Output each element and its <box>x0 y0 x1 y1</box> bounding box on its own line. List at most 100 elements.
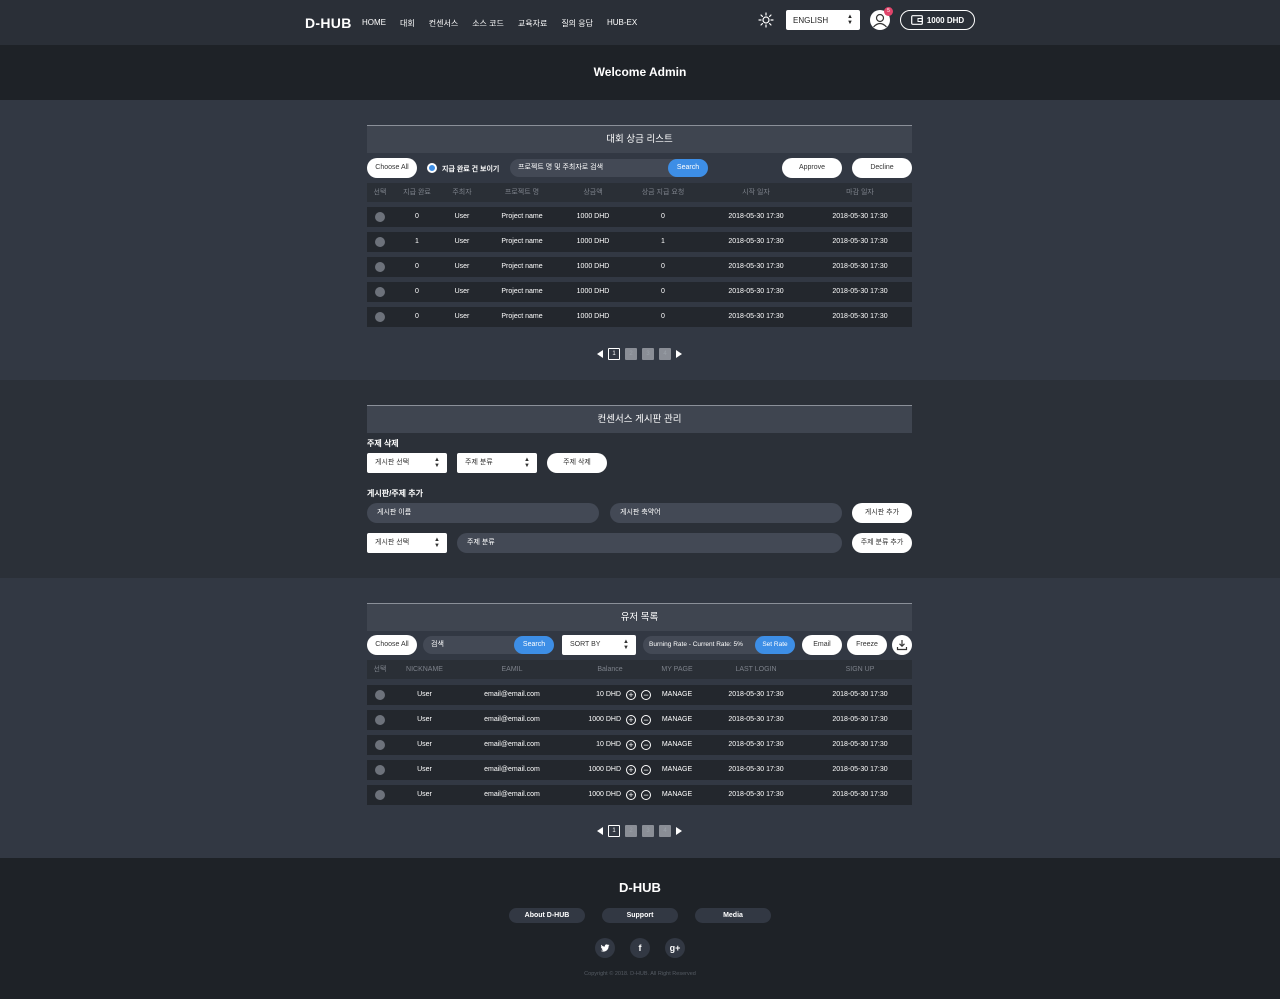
col-paid: 지급 완료 <box>403 189 431 196</box>
cell-prize: 1000 DHD <box>576 213 610 220</box>
page-3[interactable]: 3 <box>642 348 654 360</box>
cell-nickname: User <box>417 716 432 723</box>
nav-qna[interactable]: 질의 응답 <box>561 18 593 29</box>
plus-icon[interactable]: + <box>626 715 636 725</box>
decline-button[interactable]: Decline <box>852 158 912 178</box>
cell-start: 2018-05-30 17:30 <box>728 313 784 320</box>
next-page-icon[interactable] <box>676 350 682 358</box>
minus-icon[interactable]: − <box>641 690 651 700</box>
choose-all-button[interactable]: Choose All <box>367 158 417 178</box>
next-page-icon[interactable] <box>676 827 682 835</box>
page-4[interactable]: 4 <box>659 825 671 837</box>
download-button[interactable] <box>892 635 912 655</box>
cell-balance: 1000 DHD <box>588 791 621 798</box>
board-select[interactable]: 게시판 선택 ▲ ▼ <box>367 453 447 473</box>
nav-hub-ex[interactable]: HUB-EX <box>607 18 637 29</box>
plus-icon[interactable]: + <box>626 740 636 750</box>
cell-manage-link[interactable]: MANAGE <box>657 785 697 805</box>
language-select[interactable]: ENGLISH ▲ ▼ <box>786 10 860 30</box>
sort-by-select[interactable]: SORT BY ▲ ▼ <box>562 635 636 655</box>
plus-icon[interactable]: + <box>626 690 636 700</box>
twitter-icon[interactable] <box>595 938 615 958</box>
row-select-radio[interactable] <box>375 740 385 750</box>
cell-balance: 10 DHD <box>596 741 621 748</box>
minus-icon[interactable]: − <box>641 740 651 750</box>
minus-icon[interactable]: − <box>641 715 651 725</box>
select-arrows-icon: ▲ ▼ <box>623 639 629 651</box>
footer-link-media[interactable]: Media <box>695 908 771 923</box>
row-select-radio[interactable] <box>375 262 385 272</box>
page-2[interactable]: 2 <box>625 348 637 360</box>
topic-input[interactable]: 주제 분류 <box>457 533 842 553</box>
row-select-radio[interactable] <box>375 790 385 800</box>
footer-link-about[interactable]: About D-HUB <box>509 908 585 923</box>
cell-sign-up: 2018-05-30 17:30 <box>832 741 888 748</box>
nav-home[interactable]: HOME <box>362 18 386 29</box>
site-logo[interactable]: D-HUB <box>305 15 352 31</box>
board-select-2[interactable]: 게시판 선택 ▲ ▼ <box>367 533 447 553</box>
cell-paid: 1 <box>415 238 419 245</box>
page-3[interactable]: 3 <box>642 825 654 837</box>
col-sign-up: SIGN UP <box>845 666 875 673</box>
row-select-radio[interactable] <box>375 312 385 322</box>
email-button[interactable]: Email <box>802 635 842 655</box>
cell-manage-link[interactable]: MANAGE <box>657 760 697 780</box>
prize-search-button[interactable]: Search <box>668 159 708 177</box>
row-select-radio[interactable] <box>375 715 385 725</box>
col-nickname: NICKNAME <box>406 666 443 673</box>
row-select-radio[interactable] <box>375 765 385 775</box>
select-arrows-icon: ▲ ▼ <box>434 537 440 549</box>
page-2[interactable]: 2 <box>625 825 637 837</box>
cell-manage-link[interactable]: MANAGE <box>657 710 697 730</box>
page-1[interactable]: 1 <box>608 825 620 837</box>
google-plus-icon[interactable]: g+ <box>665 938 685 958</box>
add-board-button[interactable]: 게시판 추가 <box>852 503 912 523</box>
cell-email: email@email.com <box>484 791 540 798</box>
row-select-radio[interactable] <box>375 287 385 297</box>
minus-icon[interactable]: − <box>641 790 651 800</box>
freeze-button[interactable]: Freeze <box>847 635 887 655</box>
cell-manage-link[interactable]: MANAGE <box>657 735 697 755</box>
page-4[interactable]: 4 <box>659 348 671 360</box>
cell-nickname: User <box>417 766 432 773</box>
footer-link-support[interactable]: Support <box>602 908 678 923</box>
show-paid-label: 지급 완료 건 보이기 <box>442 166 500 173</box>
table-row: 1 User Project name 1000 DHD 1 2018-05-3… <box>367 232 912 252</box>
row-select-radio[interactable] <box>375 212 385 222</box>
minus-icon[interactable]: − <box>641 765 651 775</box>
add-topic-button[interactable]: 주제 분류 추가 <box>852 533 912 553</box>
facebook-icon[interactable]: f <box>630 938 650 958</box>
delete-topic-button[interactable]: 주제 삭제 <box>547 453 607 473</box>
set-rate-button[interactable]: Set Rate <box>755 636 795 654</box>
select-arrows-icon: ▲ ▼ <box>847 14 853 26</box>
wallet-button[interactable]: 1000 DHD <box>900 10 975 30</box>
select-arrows-icon: ▲ ▼ <box>434 457 440 469</box>
notification-badge: 5 <box>884 7 893 16</box>
cell-project: Project name <box>501 213 543 220</box>
col-project: 프로젝트 명 <box>504 189 540 196</box>
prev-page-icon[interactable] <box>597 827 603 835</box>
topic-select[interactable]: 주제 분류 ▲ ▼ <box>457 453 537 473</box>
nav-consensus[interactable]: 컨센서스 <box>429 18 458 29</box>
prize-search-input[interactable]: 프로젝트 명 및 주최자로 검색 Search <box>510 159 708 177</box>
board-abbr-input[interactable]: 게시판 축약어 <box>610 503 842 523</box>
cell-sign-up: 2018-05-30 17:30 <box>832 691 888 698</box>
show-paid-toggle[interactable] <box>427 163 437 173</box>
cell-manage-link[interactable]: MANAGE <box>657 685 697 705</box>
prev-page-icon[interactable] <box>597 350 603 358</box>
user-search-input[interactable]: 검색 Search <box>423 636 554 654</box>
nav-source-code[interactable]: 소스 코드 <box>472 18 504 29</box>
board-name-input[interactable]: 게시판 이름 <box>367 503 599 523</box>
row-select-radio[interactable] <box>375 237 385 247</box>
user-search-button[interactable]: Search <box>514 636 554 654</box>
page-1[interactable]: 1 <box>608 348 620 360</box>
nav-contest[interactable]: 대회 <box>400 18 415 29</box>
plus-icon[interactable]: + <box>626 765 636 775</box>
nav-education[interactable]: 교육자료 <box>518 18 547 29</box>
theme-toggle-sun-icon[interactable] <box>758 12 774 28</box>
cell-last-login: 2018-05-30 17:30 <box>728 691 784 698</box>
plus-icon[interactable]: + <box>626 790 636 800</box>
choose-all-button[interactable]: Choose All <box>367 635 417 655</box>
row-select-radio[interactable] <box>375 690 385 700</box>
approve-button[interactable]: Approve <box>782 158 842 178</box>
